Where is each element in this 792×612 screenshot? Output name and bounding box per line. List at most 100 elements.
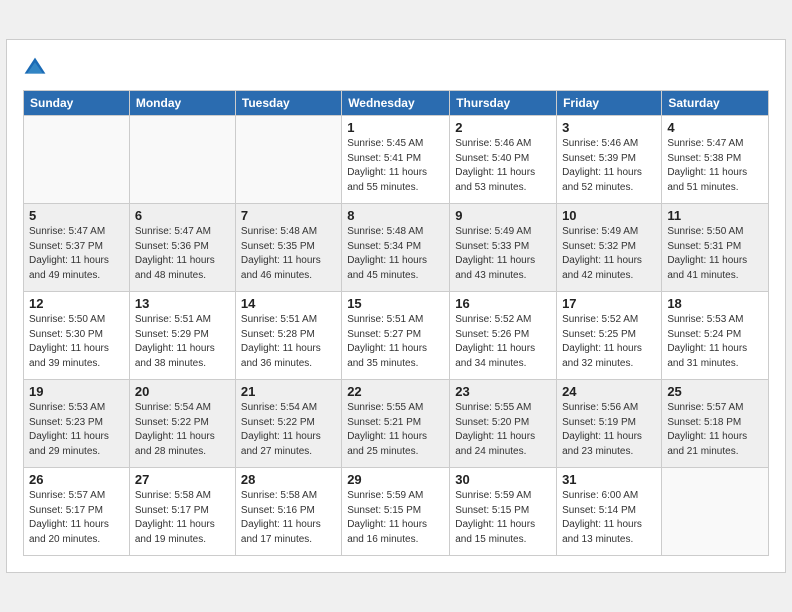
day-number: 22 xyxy=(347,384,444,399)
calendar-cell xyxy=(129,116,235,204)
day-info: Sunrise: 5:45 AM Sunset: 5:41 PM Dayligh… xyxy=(347,137,444,195)
day-info: Sunrise: 5:56 AM Sunset: 5:19 PM Dayligh… xyxy=(562,401,656,459)
day-info: Sunrise: 5:54 AM Sunset: 5:22 PM Dayligh… xyxy=(241,401,336,459)
day-header-friday: Friday xyxy=(557,91,662,116)
day-info: Sunrise: 5:51 AM Sunset: 5:28 PM Dayligh… xyxy=(241,313,336,371)
calendar-cell: 2Sunrise: 5:46 AM Sunset: 5:40 PM Daylig… xyxy=(450,116,557,204)
calendar-cell: 20 Sunrise: 5:54 AM Sunset: 5:22 PM Dayli… xyxy=(129,380,235,468)
calendar-cell xyxy=(662,468,769,556)
calendar-cell: 22 Sunrise: 5:55 AM Sunset: 5:21 PM Dayli… xyxy=(342,380,450,468)
day-info: Sunrise: 5:49 AM Sunset: 5:32 PM Dayligh… xyxy=(562,225,656,283)
day-info: Sunrise: 5:58 AM Sunset: 5:16 PM Dayligh… xyxy=(241,489,336,547)
week-row-4: 19Sunrise: 5:53 AM Sunset: 5:23 PM Dayli… xyxy=(24,380,769,468)
calendar-cell: 1 Sunrise: 5:45 AM Sunset: 5:41 PM Daylig… xyxy=(342,116,450,204)
day-number: 1 xyxy=(347,120,444,135)
day-number: 14 xyxy=(241,296,336,311)
calendar-cell: 8Sunrise: 5:48 AM Sunset: 5:34 PM Daylig… xyxy=(342,204,450,292)
day-info: Sunrise: 5:47 AM Sunset: 5:37 PM Dayligh… xyxy=(29,225,124,283)
calendar-cell: 10 Sunrise: 5:49 AM Sunset: 5:32 PM Dayli… xyxy=(557,204,662,292)
day-info: Sunrise: 5:58 AM Sunset: 5:17 PM Dayligh… xyxy=(135,489,230,547)
calendar-grid: SundayMondayTuesdayWednesdayThursdayFrid… xyxy=(23,90,769,556)
calendar-cell: 6Sunrise: 5:47 AM Sunset: 5:36 PM Daylig… xyxy=(129,204,235,292)
calendar-cell: 12 Sunrise: 5:50 AM Sunset: 5:30 PM Dayli… xyxy=(24,292,130,380)
day-number: 23 xyxy=(455,384,551,399)
calendar-cell: 23Sunrise: 5:55 AM Sunset: 5:20 PM Dayli… xyxy=(450,380,557,468)
logo-icon xyxy=(23,56,47,80)
day-info: Sunrise: 5:54 AM Sunset: 5:22 PM Dayligh… xyxy=(135,401,230,459)
logo xyxy=(23,56,51,80)
calendar-cell: 31Sunrise: 6:00 AM Sunset: 5:14 PM Dayli… xyxy=(557,468,662,556)
calendar-cell: 11 Sunrise: 5:50 AM Sunset: 5:31 PM Dayli… xyxy=(662,204,769,292)
day-number: 12 xyxy=(29,296,124,311)
day-number: 15 xyxy=(347,296,444,311)
day-number: 13 xyxy=(135,296,230,311)
day-number: 20 xyxy=(135,384,230,399)
day-header-sunday: Sunday xyxy=(24,91,130,116)
day-number: 31 xyxy=(562,472,656,487)
day-info: Sunrise: 5:51 AM Sunset: 5:27 PM Dayligh… xyxy=(347,313,444,371)
day-number: 26 xyxy=(29,472,124,487)
week-row-1: 1 Sunrise: 5:45 AM Sunset: 5:41 PM Daylig… xyxy=(24,116,769,204)
calendar-cell: 14 Sunrise: 5:51 AM Sunset: 5:28 PM Dayli… xyxy=(235,292,341,380)
calendar-cell: 4 Sunrise: 5:47 AM Sunset: 5:38 PM Daylig… xyxy=(662,116,769,204)
day-info: Sunrise: 5:50 AM Sunset: 5:31 PM Dayligh… xyxy=(667,225,763,283)
day-info: Sunrise: 5:57 AM Sunset: 5:17 PM Dayligh… xyxy=(29,489,124,547)
calendar-cell: 28 Sunrise: 5:58 AM Sunset: 5:16 PM Dayli… xyxy=(235,468,341,556)
calendar-cell: 18 Sunrise: 5:53 AM Sunset: 5:24 PM Dayli… xyxy=(662,292,769,380)
day-number: 25 xyxy=(667,384,763,399)
calendar-cell: 25Sunrise: 5:57 AM Sunset: 5:18 PM Dayli… xyxy=(662,380,769,468)
day-info: Sunrise: 5:53 AM Sunset: 5:24 PM Dayligh… xyxy=(667,313,763,371)
day-number: 3 xyxy=(562,120,656,135)
calendar-cell: 19Sunrise: 5:53 AM Sunset: 5:23 PM Dayli… xyxy=(24,380,130,468)
calendar-cell: 9 Sunrise: 5:49 AM Sunset: 5:33 PM Daylig… xyxy=(450,204,557,292)
day-number: 9 xyxy=(455,208,551,223)
day-number: 6 xyxy=(135,208,230,223)
day-header-row: SundayMondayTuesdayWednesdayThursdayFrid… xyxy=(24,91,769,116)
calendar-cell: 3 Sunrise: 5:46 AM Sunset: 5:39 PM Daylig… xyxy=(557,116,662,204)
day-info: Sunrise: 5:52 AM Sunset: 5:26 PM Dayligh… xyxy=(455,313,551,371)
day-number: 11 xyxy=(667,208,763,223)
day-number: 18 xyxy=(667,296,763,311)
day-info: Sunrise: 5:59 AM Sunset: 5:15 PM Dayligh… xyxy=(347,489,444,547)
day-info: Sunrise: 5:50 AM Sunset: 5:30 PM Dayligh… xyxy=(29,313,124,371)
week-row-3: 12 Sunrise: 5:50 AM Sunset: 5:30 PM Dayli… xyxy=(24,292,769,380)
day-number: 21 xyxy=(241,384,336,399)
day-info: Sunrise: 5:48 AM Sunset: 5:35 PM Dayligh… xyxy=(241,225,336,283)
day-info: Sunrise: 5:51 AM Sunset: 5:29 PM Dayligh… xyxy=(135,313,230,371)
day-info: Sunrise: 5:48 AM Sunset: 5:34 PM Dayligh… xyxy=(347,225,444,283)
day-header-tuesday: Tuesday xyxy=(235,91,341,116)
calendar-cell: 7 Sunrise: 5:48 AM Sunset: 5:35 PM Daylig… xyxy=(235,204,341,292)
calendar-cell xyxy=(235,116,341,204)
calendar-cell: 26 Sunrise: 5:57 AM Sunset: 5:17 PM Dayli… xyxy=(24,468,130,556)
day-info: Sunrise: 5:47 AM Sunset: 5:38 PM Dayligh… xyxy=(667,137,763,195)
day-header-wednesday: Wednesday xyxy=(342,91,450,116)
calendar-cell: 27 Sunrise: 5:58 AM Sunset: 5:17 PM Dayli… xyxy=(129,468,235,556)
week-row-5: 26 Sunrise: 5:57 AM Sunset: 5:17 PM Dayli… xyxy=(24,468,769,556)
day-header-monday: Monday xyxy=(129,91,235,116)
day-header-saturday: Saturday xyxy=(662,91,769,116)
day-info: Sunrise: 5:59 AM Sunset: 5:15 PM Dayligh… xyxy=(455,489,551,547)
day-number: 7 xyxy=(241,208,336,223)
day-info: Sunrise: 5:52 AM Sunset: 5:25 PM Dayligh… xyxy=(562,313,656,371)
day-info: Sunrise: 5:49 AM Sunset: 5:33 PM Dayligh… xyxy=(455,225,551,283)
day-number: 17 xyxy=(562,296,656,311)
day-info: Sunrise: 5:46 AM Sunset: 5:39 PM Dayligh… xyxy=(562,137,656,195)
day-number: 10 xyxy=(562,208,656,223)
calendar-cell xyxy=(24,116,130,204)
calendar-cell: 15 Sunrise: 5:51 AM Sunset: 5:27 PM Dayli… xyxy=(342,292,450,380)
day-number: 29 xyxy=(347,472,444,487)
calendar-cell: 30Sunrise: 5:59 AM Sunset: 5:15 PM Dayli… xyxy=(450,468,557,556)
day-number: 5 xyxy=(29,208,124,223)
day-info: Sunrise: 5:53 AM Sunset: 5:23 PM Dayligh… xyxy=(29,401,124,459)
day-number: 27 xyxy=(135,472,230,487)
calendar-cell: 29 Sunrise: 5:59 AM Sunset: 5:15 PM Dayli… xyxy=(342,468,450,556)
calendar-cell: 16Sunrise: 5:52 AM Sunset: 5:26 PM Dayli… xyxy=(450,292,557,380)
day-number: 4 xyxy=(667,120,763,135)
day-number: 28 xyxy=(241,472,336,487)
calendar-cell: 24Sunrise: 5:56 AM Sunset: 5:19 PM Dayli… xyxy=(557,380,662,468)
calendar-cell: 17 Sunrise: 5:52 AM Sunset: 5:25 PM Dayli… xyxy=(557,292,662,380)
calendar-cell: 13 Sunrise: 5:51 AM Sunset: 5:29 PM Dayli… xyxy=(129,292,235,380)
day-number: 2 xyxy=(455,120,551,135)
week-row-2: 5 Sunrise: 5:47 AM Sunset: 5:37 PM Daylig… xyxy=(24,204,769,292)
day-info: Sunrise: 5:55 AM Sunset: 5:21 PM Dayligh… xyxy=(347,401,444,459)
